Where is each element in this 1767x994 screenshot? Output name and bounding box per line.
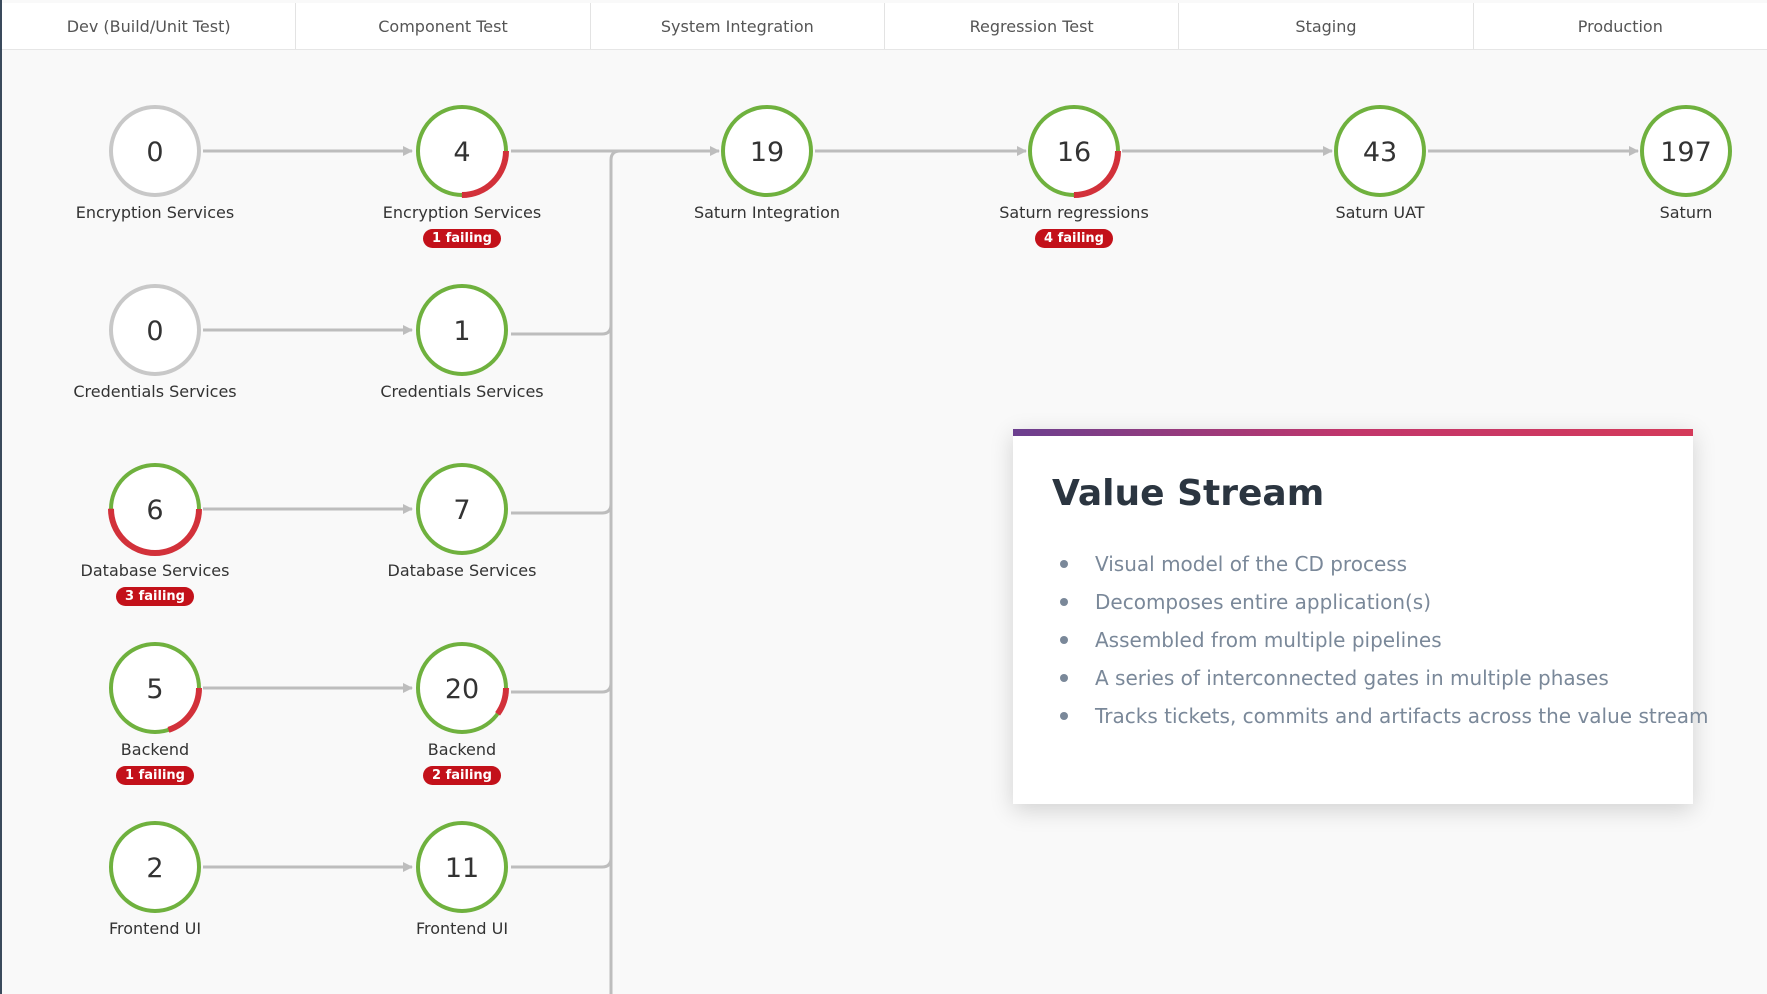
node-count: 4 — [453, 137, 470, 168]
bullet-text: Tracks tickets, commits and artifacts ac… — [1095, 704, 1709, 728]
card-accent-bar — [1013, 429, 1693, 436]
node-label: Saturn Integration — [693, 203, 841, 222]
node-count: 19 — [750, 137, 784, 168]
node-count: 43 — [1363, 137, 1397, 168]
node-label: Credentials Services — [73, 382, 237, 401]
card-bullet-list: Visual model of the CD process Decompose… — [1052, 549, 1709, 739]
bullet-dot — [1060, 712, 1068, 720]
node-label: Saturn — [1659, 203, 1713, 222]
node-label: Frontend UI — [415, 919, 509, 938]
node-label: Backend — [120, 740, 190, 759]
node-count: 6 — [146, 495, 163, 526]
status-ring: 16 — [1027, 104, 1121, 198]
node-count: 0 — [146, 316, 163, 347]
bullet-text: Decomposes entire application(s) — [1095, 590, 1432, 614]
card-bullet: Visual model of the CD process — [1052, 549, 1709, 587]
node-dev-encryption[interactable]: 0 Encryption Services — [55, 103, 255, 222]
node-dev-backend[interactable]: 5 Backend 1 failing — [55, 640, 255, 785]
status-ring: 197 — [1640, 105, 1732, 197]
node-label: Frontend UI — [108, 919, 202, 938]
node-count: 11 — [445, 853, 479, 884]
failing-badge[interactable]: 4 failing — [1035, 229, 1113, 248]
status-ring: 20 — [415, 641, 509, 735]
node-label: Backend — [427, 740, 497, 759]
node-label: Encryption Services — [75, 203, 235, 222]
card-title: Value Stream — [1052, 473, 1325, 514]
card-bullet: Tracks tickets, commits and artifacts ac… — [1052, 701, 1709, 739]
status-ring: 19 — [721, 105, 813, 197]
node-dev-frontend[interactable]: 2 Frontend UI — [55, 819, 255, 938]
bullet-dot — [1060, 560, 1068, 568]
card-bullet: Assembled from multiple pipelines — [1052, 625, 1709, 663]
bullet-text: A series of interconnected gates in mult… — [1095, 666, 1609, 690]
failing-badge[interactable]: 1 failing — [116, 766, 194, 785]
status-ring: 43 — [1334, 105, 1426, 197]
node-label: Saturn regressions — [999, 203, 1149, 222]
node-comp-backend[interactable]: 20 Backend 2 failing — [362, 640, 562, 785]
node-reg-regressions[interactable]: 16 Saturn regressions 4 failing — [974, 103, 1174, 248]
bullet-dot — [1060, 636, 1068, 644]
node-count: 197 — [1660, 137, 1712, 168]
node-label: Saturn UAT — [1335, 203, 1425, 222]
node-count: 7 — [453, 495, 470, 526]
bullet-text: Assembled from multiple pipelines — [1095, 628, 1442, 652]
status-ring: 0 — [109, 105, 201, 197]
value-stream-card: Value Stream Visual model of the CD proc… — [1013, 429, 1709, 804]
card-bullet: Decomposes entire application(s) — [1052, 587, 1709, 625]
status-ring: 6 — [108, 462, 202, 556]
failing-badge[interactable]: 3 failing — [116, 587, 194, 606]
card-bullet: A series of interconnected gates in mult… — [1052, 663, 1709, 701]
node-comp-database[interactable]: 7 Database Services — [362, 461, 562, 580]
node-label: Encryption Services — [382, 203, 542, 222]
failing-badge[interactable]: 1 failing — [423, 229, 501, 248]
status-ring: 2 — [109, 821, 201, 913]
node-comp-credentials[interactable]: 1 Credentials Services — [362, 282, 562, 401]
node-count: 20 — [445, 674, 479, 705]
node-dev-credentials[interactable]: 0 Credentials Services — [55, 282, 255, 401]
bullet-dot — [1060, 674, 1068, 682]
node-count: 2 — [146, 853, 163, 884]
status-ring: 11 — [416, 821, 508, 913]
node-count: 1 — [453, 316, 470, 347]
status-ring: 0 — [109, 284, 201, 376]
status-ring: 1 — [416, 284, 508, 376]
status-ring: 5 — [108, 641, 202, 735]
node-prod-saturn[interactable]: 197 Saturn — [1586, 103, 1767, 222]
node-sys-integration[interactable]: 19 Saturn Integration — [667, 103, 867, 222]
node-comp-frontend[interactable]: 11 Frontend UI — [362, 819, 562, 938]
bullet-dot — [1060, 598, 1068, 606]
failing-badge[interactable]: 2 failing — [423, 766, 501, 785]
node-count: 16 — [1057, 137, 1091, 168]
status-ring: 7 — [416, 463, 508, 555]
bullet-text: Visual model of the CD process — [1095, 552, 1408, 576]
node-comp-encryption[interactable]: 4 Encryption Services 1 failing — [362, 103, 562, 248]
node-label: Database Services — [80, 561, 230, 580]
node-dev-database[interactable]: 6 Database Services 3 failing — [55, 461, 255, 606]
node-label: Database Services — [387, 561, 537, 580]
status-ring: 4 — [415, 104, 509, 198]
node-count: 5 — [146, 674, 163, 705]
node-count: 0 — [146, 137, 163, 168]
node-staging-uat[interactable]: 43 Saturn UAT — [1280, 103, 1480, 222]
node-label: Credentials Services — [380, 382, 544, 401]
